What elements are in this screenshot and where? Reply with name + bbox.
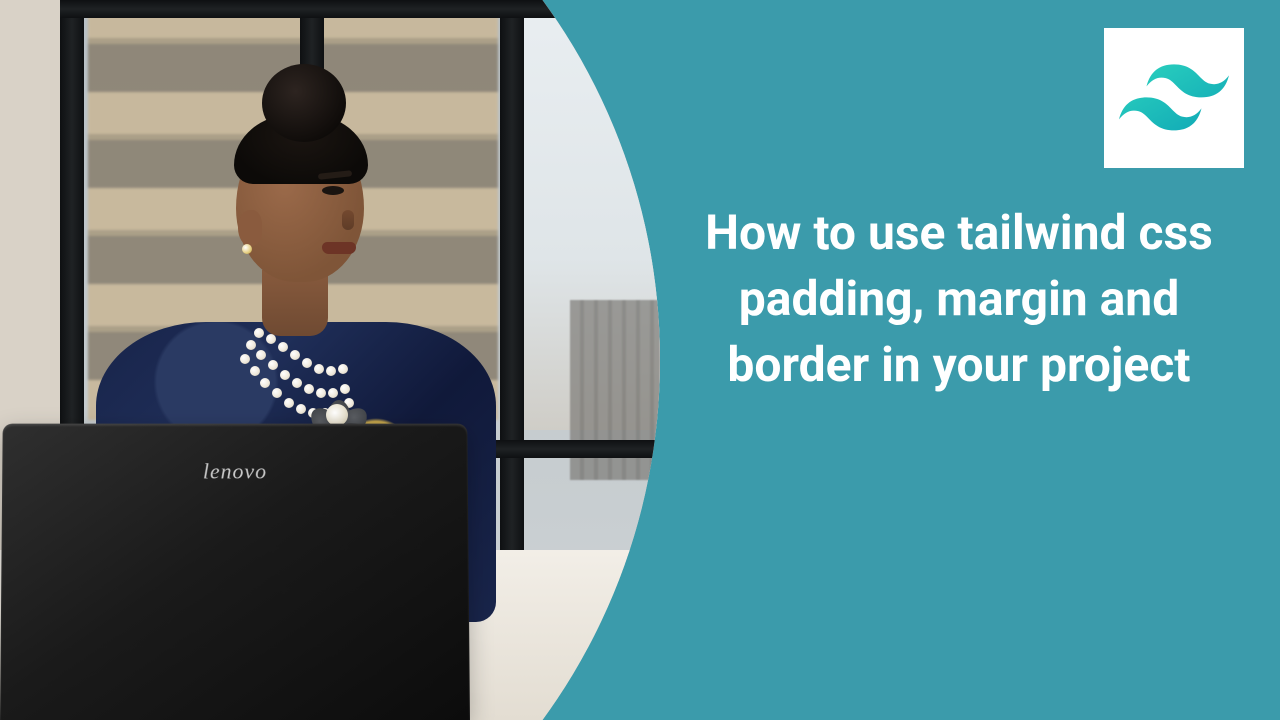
banner-title: How to use tailwind css padding, margin … (680, 200, 1238, 399)
tailwind-logo-card (1104, 28, 1244, 168)
laptop: lenovo (0, 424, 470, 720)
laptop-brand-label: lenovo (203, 459, 267, 484)
hero-photo: lenovo (0, 0, 670, 720)
banner-graphic: lenovo How to use tailwind css padding, … (0, 0, 1280, 720)
tailwind-logo-icon (1119, 63, 1229, 133)
